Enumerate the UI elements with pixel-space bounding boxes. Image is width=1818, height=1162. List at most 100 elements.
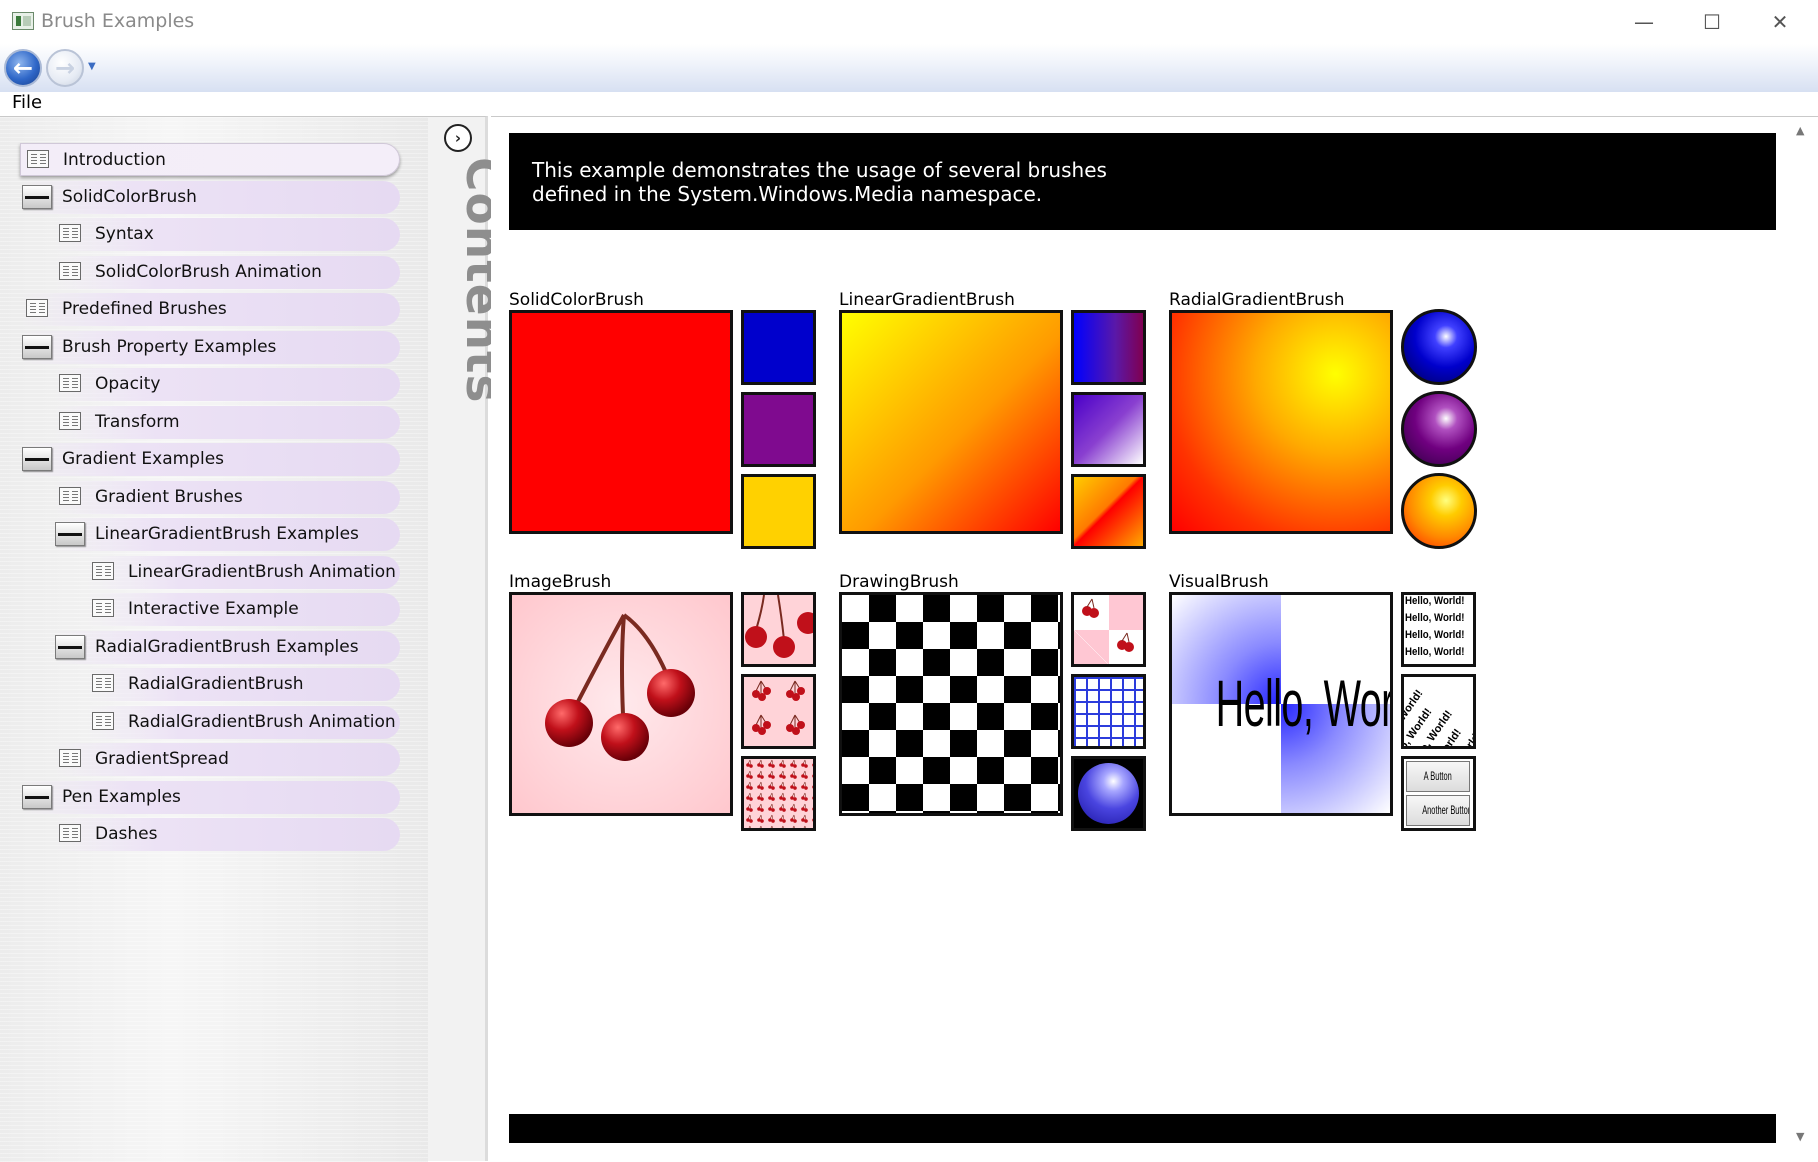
page-icon xyxy=(92,674,114,692)
tree-item-label: GradientSpread xyxy=(95,749,229,769)
tree-item-label: Opacity xyxy=(95,374,161,394)
forward-button[interactable]: → xyxy=(46,49,84,87)
image-brush-cherries-tile-2x2 xyxy=(741,674,816,749)
tree-item-label: Pen Examples xyxy=(62,787,181,807)
a-button: A Button xyxy=(1406,761,1470,792)
tree-item-label: Gradient Examples xyxy=(62,449,225,469)
linear-gradient-large-swatch xyxy=(839,310,1063,534)
another-button: Another Button xyxy=(1406,795,1470,826)
tree-item-gradient-examples[interactable]: Gradient Examples xyxy=(20,443,400,476)
close-button[interactable]: ✕ xyxy=(1746,0,1814,44)
image-brush-label: ImageBrush xyxy=(509,572,612,592)
minimize-icon: — xyxy=(1634,10,1654,34)
solid-gold-swatch xyxy=(741,474,816,549)
tree-item-lineargradientbrush-examples[interactable]: LinearGradientBrush Examples xyxy=(53,518,400,551)
tree-item-label: Brush Property Examples xyxy=(62,337,277,357)
tree-item-label: RadialGradientBrush Animation xyxy=(128,712,396,732)
cherries-icon xyxy=(545,613,695,761)
tile-text-3: Hello, World! xyxy=(1405,629,1465,641)
tree-item-solidcolorbrush-animation[interactable]: SolidColorBrush Animation xyxy=(53,256,400,289)
tree-item-gradientspread[interactable]: GradientSpread xyxy=(53,743,400,776)
scroll-up-icon[interactable]: ▲ xyxy=(1796,124,1804,137)
tree-item-solidcolorbrush[interactable]: SolidColorBrush xyxy=(20,181,400,214)
book-icon xyxy=(55,522,85,546)
drawing-brush-checkerboard xyxy=(839,592,1063,816)
tree-item-label: RadialGradientBrush xyxy=(128,674,304,694)
book-icon xyxy=(22,447,52,471)
drawing-brush-cherry-checker xyxy=(1071,592,1146,667)
page-icon xyxy=(59,824,81,842)
page-icon xyxy=(59,374,81,392)
radial-gradient-large-swatch xyxy=(1169,310,1393,534)
a-button-label: A Button xyxy=(1423,769,1453,783)
tree-item-label: Dashes xyxy=(95,824,158,844)
contents-toggle-button[interactable]: › xyxy=(444,124,472,152)
tree-item-label: Syntax xyxy=(95,224,154,244)
minimize-button[interactable]: — xyxy=(1610,0,1678,44)
visual-brush-label: VisualBrush xyxy=(1169,572,1269,592)
radial-orange-sphere xyxy=(1401,473,1477,549)
tree-item-radialgradientbrush-animation[interactable]: RadialGradientBrush Animation xyxy=(86,706,400,739)
maximize-button[interactable]: ☐ xyxy=(1678,0,1746,44)
header-line-2: defined in the System.Windows.Media name… xyxy=(532,182,1043,206)
tree-item-radialgradientbrush-examples[interactable]: RadialGradientBrush Examples xyxy=(53,631,400,664)
visual-brush-rotated-text: Hello, World! Hello, World! Hello, World… xyxy=(1401,674,1476,749)
tree-item-gradient-brushes[interactable]: Gradient Brushes xyxy=(53,481,400,514)
page-icon xyxy=(92,712,114,730)
scroll-down-icon[interactable]: ▼ xyxy=(1796,1130,1804,1143)
page-icon xyxy=(27,150,49,168)
page-icon xyxy=(26,299,48,317)
tree-item-label: RadialGradientBrush Examples xyxy=(95,637,359,657)
page-icon xyxy=(59,749,81,767)
tree-item-label: SolidColorBrush Animation xyxy=(95,262,322,282)
tree-item-syntax[interactable]: Syntax xyxy=(53,218,400,251)
solid-blue-swatch xyxy=(741,310,816,385)
arrow-right-icon: → xyxy=(54,54,76,82)
image-brush-cherries-zoom xyxy=(741,592,816,667)
book-icon xyxy=(22,785,52,809)
cherries-pattern-icon xyxy=(744,759,813,828)
orb-icon xyxy=(1078,763,1139,824)
another-button-label: Another Button xyxy=(1422,803,1470,817)
cherries-icon xyxy=(1082,598,1134,652)
page-icon xyxy=(59,412,81,430)
tree-item-opacity[interactable]: Opacity xyxy=(53,368,400,401)
back-button[interactable]: ← xyxy=(4,49,42,87)
solid-color-brush-label: SolidColorBrush xyxy=(509,290,644,310)
tile-text-1: Hello, World! xyxy=(1405,595,1465,607)
tree-item-transform[interactable]: Transform xyxy=(53,406,400,439)
tree-item-predefined-brushes[interactable]: Predefined Brushes xyxy=(20,293,400,326)
book-icon xyxy=(55,635,85,659)
app-icon xyxy=(12,12,34,30)
radial-blue-sphere xyxy=(1401,309,1477,385)
drawing-brush-grid xyxy=(1071,674,1146,749)
tree-item-dashes[interactable]: Dashes xyxy=(53,818,400,851)
tile-text-2: Hello, World! xyxy=(1405,612,1465,624)
file-menu[interactable]: File xyxy=(12,92,42,113)
drawing-brush-orb xyxy=(1071,756,1146,831)
solid-red-swatch xyxy=(509,310,733,534)
title-bar xyxy=(0,0,1818,44)
arrow-left-icon: ← xyxy=(12,54,34,82)
menu-bar: File xyxy=(0,92,1818,116)
tree-item-interactive-example[interactable]: Interactive Example xyxy=(86,593,400,626)
chevron-right-icon: › xyxy=(454,129,462,147)
radial-purple-sphere xyxy=(1401,391,1477,467)
tree-item-brush-property-examples[interactable]: Brush Property Examples xyxy=(20,331,400,364)
visual-brush-text-tiles: Hello, World! Hello, World! Hello, World… xyxy=(1401,592,1476,667)
image-brush-cherries-tile-small xyxy=(741,756,816,831)
tree-item-pen-examples[interactable]: Pen Examples xyxy=(20,781,400,814)
header-line-1: This example demonstrates the usage of s… xyxy=(532,158,1107,182)
image-brush-cherries xyxy=(509,592,733,816)
history-dropdown-icon[interactable]: ▼ xyxy=(88,61,96,72)
visual-brush-buttons: A Button Another Button xyxy=(1401,756,1476,831)
solid-purple-swatch xyxy=(741,392,816,467)
visual-brush-hello-text: Hello, World! xyxy=(1215,666,1393,740)
tree-item-label: Predefined Brushes xyxy=(62,299,227,319)
rotated-text-group: Hello, World! Hello, World! Hello, World… xyxy=(1404,677,1473,746)
tree-item-radialgradientbrush[interactable]: RadialGradientBrush xyxy=(86,668,400,701)
page-icon xyxy=(59,262,81,280)
tree-item-lineargradientbrush-animation[interactable]: LinearGradientBrush Animation xyxy=(86,556,400,589)
tree-item-label: LinearGradientBrush Examples xyxy=(95,524,359,544)
tree-item-introduction[interactable]: Introduction xyxy=(20,143,400,176)
